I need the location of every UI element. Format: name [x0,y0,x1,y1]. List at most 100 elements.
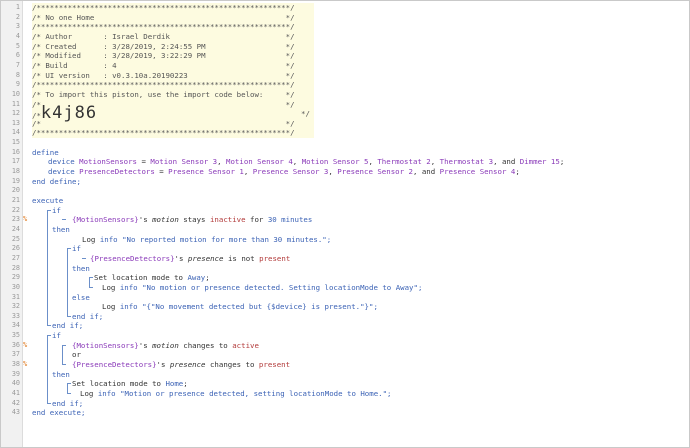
code-token: 's [138,215,153,225]
code-token: active [232,340,259,350]
line-number: 39 [11,369,20,378]
block-bracket-tick [82,257,86,259]
code-token: 's [174,253,188,263]
code-line: end if; [72,312,103,322]
line-number-gutter: 1 2 3 4 5 6 7 8 9 10 11 12 13 14 15 16 17 18 19 20 21 22 23 24 2… [1,1,23,447]
code-token: device [48,167,75,177]
code-token: Away [187,273,206,283]
bug-icon [94,283,102,291]
line-number: 35 [11,331,20,340]
line-number: 29 [11,273,20,282]
piston-code-editor[interactable]: 1 2 3 4 5 6 7 8 9 10 11 12 13 14 15 16 17 18 19 20 21 22 23 24 2… [0,0,690,448]
code-token: , [368,157,378,167]
code-token: 's [156,360,170,370]
code-token: ; [183,379,188,389]
block-bracket-tick [67,393,71,394]
if-statement: if [52,331,61,341]
code-token: , and [412,167,440,177]
statement-marker-icon[interactable]: % [23,360,31,370]
if-statement: if [72,244,81,254]
device-definition-line[interactable]: device PresenceDetectors = Presence Sens… [48,167,520,177]
import-code-line: /*k4j86 [32,105,97,122]
code-token: then [52,369,70,379]
code-token: = [154,167,169,177]
code-token: "No motion or presence detected. Setting… [142,282,423,292]
line-number: 19 [11,176,20,185]
code-token: /***************************************… [32,128,295,138]
code-token: Log [82,234,100,244]
log-statement: Log info "Motion or presence detected, s… [72,389,392,399]
if-statement: if [52,206,61,216]
comment-end: */ [301,109,310,119]
line-number: 1 [15,3,20,11]
bug-icon [94,302,102,310]
log-statement: Log info "{"No movement detected but {$d… [94,302,378,312]
code-token: ; [559,157,565,167]
code-token: if [52,331,61,341]
device-definition-line[interactable]: device MotionSensors = Motion Sensor 3 , … [48,157,564,167]
line-number: 11 [11,99,20,108]
code-line: end if; [52,321,83,331]
block-bracket-tick [47,209,51,211]
line-number: 2 [15,12,20,21]
block-bracket-tick [89,277,93,279]
line-number: 18 [11,167,20,176]
code-token: "Motion or presence detected, setting lo… [120,389,392,398]
line-number: 34 [11,321,20,330]
code-token: /* No one Home */ [32,12,295,22]
line-number: 21 [11,196,20,204]
line-number: 3 [15,22,20,31]
line-number: 37 [11,350,20,359]
code-token: {MotionSensors} [72,340,139,350]
code-token: motion [152,215,179,225]
code-line: then [72,264,90,274]
line-number: 17 [11,157,20,166]
code-token: info [99,234,118,244]
statement-marker-icon[interactable]: % [23,215,31,225]
header-comment-line: /* UI version : v0.3.10a.20190223 */ [32,71,295,81]
line-number: 15 [11,138,20,147]
code-line: else [72,293,90,303]
code-token: then [72,263,90,273]
line-number: 40 [11,379,20,388]
code-token: Home [165,379,184,389]
code-line: define [32,148,59,158]
code-token: present [258,360,291,370]
code-token: Log [102,302,120,312]
code-token: then [52,224,70,234]
device-name: Thermostat 2 [377,157,431,167]
code-token: info [119,302,138,312]
code-token: /* Modified : 3/28/2019, 3:22:29 PM */ [32,51,295,61]
code-token: /* Build : 4 */ [32,60,295,70]
statement-marker-icon[interactable]: % [23,341,31,351]
header-comment-line: /* No one Home */ [32,13,295,23]
block-bracket-tick [67,383,71,385]
code-token: /* To import this piston, use the import… [32,89,295,99]
code-token: changes to [178,340,233,350]
line-number: 26 [11,244,20,253]
code-token: presence [187,253,224,263]
line-number: 10 [11,89,20,98]
code-token: /***************************************… [32,3,295,12]
code-line: end execute; [32,408,85,418]
block-bracket [67,383,68,393]
code-token: motion [152,340,179,350]
code-token: /***************************************… [32,80,295,90]
line-number: 9 [15,80,20,89]
line-number: 8 [15,70,20,79]
line-number: 24 [11,224,20,233]
code-token: define [32,147,59,157]
code-line: execute [32,196,63,206]
code-token: 's [138,340,153,350]
location-mode-statement: Set location mode to Away; [94,273,210,283]
line-number: 31 [11,292,20,301]
header-comment-line: /***************************************… [32,80,295,90]
code-token: end if; [72,311,104,321]
code-token: else [72,292,90,302]
line-number: 14 [11,128,20,137]
line-number: 41 [11,389,20,397]
code-token: Log [102,282,120,292]
block-bracket [47,335,48,403]
header-comment-line: /* To import this piston, use the import… [32,90,295,100]
code-token: info [97,389,116,398]
